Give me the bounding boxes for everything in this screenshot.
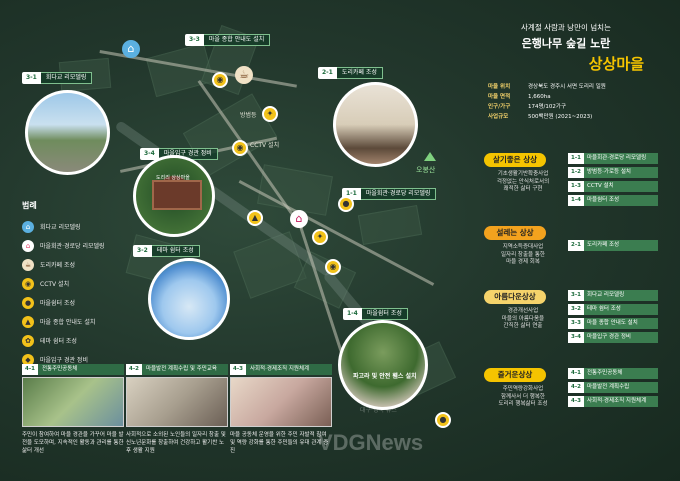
signboard-icon: ▲	[22, 315, 34, 328]
legend-item: ◉ CCTV 설치	[22, 274, 122, 293]
card-photo	[230, 377, 332, 427]
cafe-icon[interactable]: ☕	[235, 66, 253, 84]
cctv-label: CCTV 설치	[250, 142, 280, 149]
peak-label: 오봉산	[416, 166, 436, 174]
cafe-icon: ☕	[22, 258, 34, 271]
lamp-icon[interactable]: ✦	[262, 106, 278, 122]
program-card: 4-1 전통주민공동체 주민이 참여하여 마을 경관을 가꾸어 마을 발전을 도모…	[22, 364, 124, 454]
section-living: 살기좋은 상상 기초생활기반확충사업 걱정없는 안식처로서의 쾌적한 삶터 구현 1…	[484, 153, 658, 218]
home-icon[interactable]: ⌂	[290, 210, 308, 228]
mountain-icon	[424, 152, 436, 161]
cctv-icon[interactable]: ◉	[232, 140, 248, 156]
map-tag[interactable]: 3-1 회다교 리모델링	[22, 72, 93, 84]
cafe-photo	[333, 82, 418, 167]
section-joyful: 즐거운상상 주민역량강화사업 함께사서 더 행복한 도리리 행복삶터 조성 4-1 전…	[484, 368, 658, 428]
watermark: VDGNews	[318, 430, 424, 455]
program-card: 4-3 사회적·경제조직 지원체계 마을 공동체 운영을 위한 주민 자발적 참여…	[230, 364, 332, 464]
legend-item: ✿ 테마 쉼터 조성	[22, 331, 122, 350]
pergola-caption: 파고라 및 안전 휀스 설치	[353, 373, 417, 380]
legend-item: ▲ 마을 종합 안내도 설치	[22, 312, 122, 331]
theme-rest-icon: ✿	[22, 334, 34, 347]
section-item[interactable]: 4-2 마을발전 계획수립	[568, 382, 658, 393]
legend-item: ● 마을쉼터 조성	[22, 293, 122, 312]
rest-icon: ●	[22, 296, 34, 309]
section-exciting: 설레는 상상 지역소득증대사업 일자리 창출을 통한 마을 경제 회복 2-1 도리카…	[484, 226, 658, 281]
section-item[interactable]: 4-3 사회적·경제조직 지원체계	[568, 396, 658, 407]
section-beautiful: 아름다운상상 경관개선사업 마을의 아름다움을 간직한 삶터 연출 3-1 회다교 리…	[484, 290, 658, 360]
map-tag[interactable]: 3-2 테마 쉼터 조성	[133, 245, 200, 257]
section-item[interactable]: 4-1 전통주민공동체	[568, 368, 658, 379]
section-item[interactable]: 1-1 마을회관·경로당 리모델링	[568, 153, 658, 164]
info-row: 마을 위치 경상북도 경주시 서면 도리리 일원	[488, 84, 606, 90]
header-subtitle: 사계절 사람과 낭만이 넘치는	[521, 23, 611, 32]
card-photo	[126, 377, 228, 427]
legend-item: ⌂ 마을회관·경로당 리모델링	[22, 236, 122, 255]
signboard-title: 도리리 상상마을	[156, 175, 190, 181]
section-item[interactable]: 3-3 마을 종합 안내도 설치	[568, 318, 658, 329]
section-item[interactable]: 1-4 마을쉼터 조성	[568, 195, 658, 206]
pergola-photo: 파고라 및 안전 휀스 설치	[338, 320, 428, 410]
cctv-icon[interactable]: ◉	[325, 259, 341, 275]
info-row: 사업규모 500백만원 (2021~2023)	[488, 114, 593, 120]
section-item[interactable]: 3-2 테마 쉼터 조성	[568, 304, 658, 315]
map-tag[interactable]: 3-3 마을 종합 안내도 설치	[185, 34, 271, 46]
bridge-icon[interactable]: ⌂	[122, 40, 140, 58]
bridge-icon: ⌂	[22, 220, 34, 233]
legend: 범례 ⌂ 회다교 리모델링 ⌂ 마을회관·경로당 리모델링 ☕ 도리카페 조성 ◉ CC…	[22, 200, 122, 369]
village-name: 상상마을	[588, 55, 644, 73]
legend-heading: 범례	[22, 201, 37, 210]
bridge-photo	[25, 90, 110, 175]
project-panel: 사계절 사람과 낭만이 넘치는 은행나무 숲길 노란 상상마을 마을 위치 경상북…	[470, 18, 662, 465]
village-map-poster: 3-3 마을 종합 안내도 설치 3-1 회다교 리모델링 2-1 도리카페 조성 3…	[0, 0, 680, 481]
section-item[interactable]: 1-2 방범등·가로등 설치	[568, 167, 658, 178]
info-row: 인구/가구 174명/102가구	[488, 104, 567, 110]
info-list: 마을 위치 경상북도 경주시 서면 도리리 일원 마을 면적 1,660ha 인구/…	[470, 82, 662, 122]
theme-rest-photo	[148, 258, 230, 340]
section-item[interactable]: 3-1 회다교 리모델링	[568, 290, 658, 301]
watermark-subtext: 대구·경북 뉴스	[360, 407, 397, 414]
map-tag[interactable]: 2-1 도리카페 조성	[318, 67, 383, 79]
home-icon: ⌂	[22, 239, 34, 252]
entrance-icon[interactable]: ●	[435, 412, 451, 428]
lamp-icon[interactable]: ✦	[312, 229, 328, 245]
program-card: 4-2 마을발전 계획수립 및 주민교육 사회적으로 소외된 노인들의 일자리 창…	[126, 364, 228, 464]
map-tag[interactable]: 1-1 마을회관·경로당 리모델링	[342, 188, 437, 200]
header-title: 은행나무 숲길 노란	[521, 37, 611, 50]
cctv-icon: ◉	[22, 277, 34, 290]
legend-item: ⌂ 회다교 리모델링	[22, 217, 122, 236]
rest-icon[interactable]: ●	[338, 196, 354, 212]
legend-item: ☕ 도리카페 조성	[22, 255, 122, 274]
info-row: 마을 면적 1,660ha	[488, 94, 551, 100]
map-tag[interactable]: 1-4 마을쉼터 조성	[343, 308, 408, 320]
section-item[interactable]: 2-1 도리카페 조성	[568, 240, 658, 251]
signboard-photo: 도리리 상상마을	[133, 155, 215, 237]
section-item[interactable]: 1-3 CCTV 설치	[568, 181, 658, 192]
signboard-icon[interactable]: ▲	[247, 210, 263, 226]
lamp-label: 방범등	[240, 112, 257, 119]
card-photo	[22, 377, 124, 427]
section-item[interactable]: 3-4 마을입구 경관 정비	[568, 332, 658, 343]
cctv-icon[interactable]: ◉	[212, 72, 228, 88]
